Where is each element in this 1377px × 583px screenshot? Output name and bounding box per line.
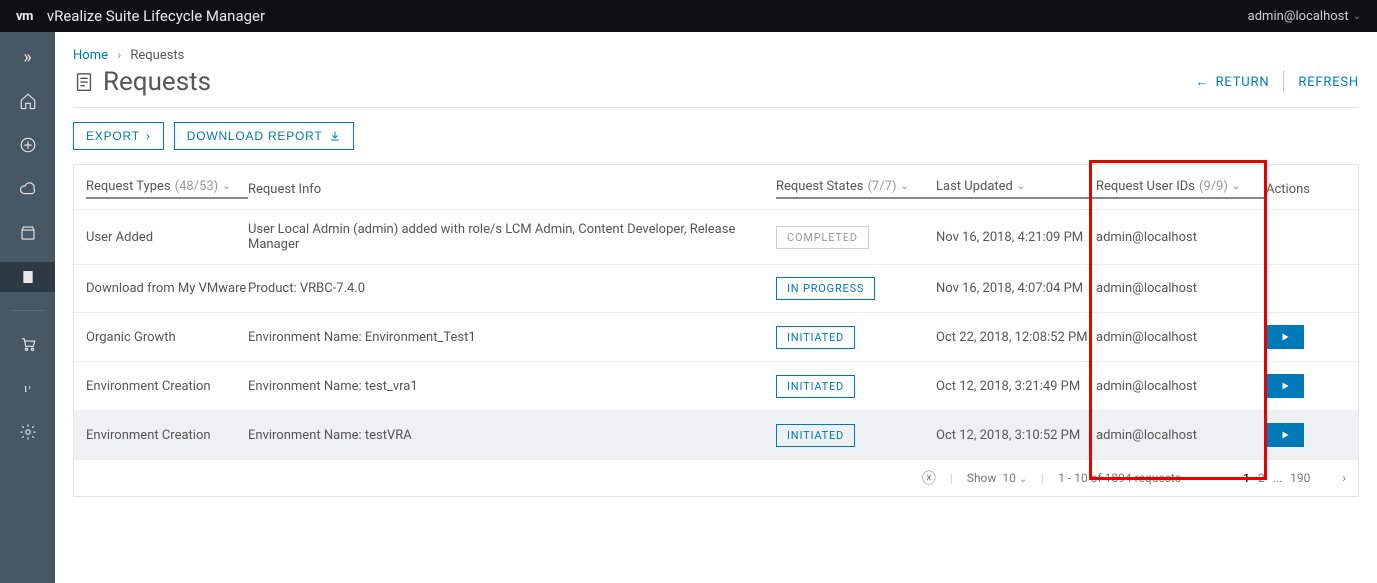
marketplace-icon[interactable] — [0, 218, 55, 248]
cell-user: admin@localhost — [1096, 379, 1266, 394]
top-bar: vm vRealize Suite Lifecycle Manager admi… — [0, 0, 1377, 32]
user-menu[interactable]: admin@localhost ⌄ — [1248, 9, 1361, 24]
table-footer: ⓧ | Show 10 ⌄ | 1 - 10 of 1894 requests … — [74, 459, 1358, 496]
requests-page-icon — [73, 69, 95, 95]
chevron-down-icon: ⌄ — [222, 181, 230, 192]
cell-info: Environment Name: test_vra1 — [248, 379, 776, 394]
table-row[interactable]: Environment CreationEnvironment Name: te… — [74, 410, 1358, 459]
requests-table: Request Types (48/53) ⌄ Request Info Req… — [73, 164, 1359, 497]
chevron-down-icon: ⌄ — [900, 181, 908, 192]
breadcrumb-current: Requests — [130, 48, 184, 63]
requests-icon[interactable] — [0, 262, 55, 292]
cell-actions — [1266, 423, 1346, 447]
table-row[interactable]: User AddedUser Local Admin (admin) added… — [74, 209, 1358, 264]
chevron-right-icon: › — [117, 48, 121, 63]
run-action-button[interactable] — [1266, 325, 1304, 349]
refresh-link[interactable]: REFRESH — [1298, 75, 1359, 90]
chevron-down-icon: ⌄ — [1017, 181, 1025, 192]
run-action-button[interactable] — [1266, 374, 1304, 398]
breadcrumb-home[interactable]: Home — [73, 48, 108, 63]
chevron-down-icon: ⌄ — [1232, 181, 1240, 192]
play-icon — [1279, 429, 1291, 441]
return-link[interactable]: ← RETURN — [1196, 74, 1270, 90]
cell-updated: Oct 12, 2018, 3:10:52 PM — [936, 428, 1096, 443]
pagination: 12... 190 — [1239, 471, 1314, 485]
cell-info: User Local Admin (admin) added with role… — [248, 222, 776, 252]
breadcrumb: Home › Requests — [73, 48, 1359, 63]
cell-updated: Oct 12, 2018, 3:21:49 PM — [936, 379, 1096, 394]
arrow-left-icon: ← — [1196, 74, 1210, 90]
cell-updated: Nov 16, 2018, 4:07:04 PM — [936, 281, 1096, 296]
cart-icon[interactable] — [0, 329, 55, 359]
cell-type: Download from My VMware — [86, 281, 248, 296]
cell-updated: Nov 16, 2018, 4:21:09 PM — [936, 230, 1096, 245]
cell-type: Organic Growth — [86, 330, 248, 345]
product-title: vRealize Suite Lifecycle Manager — [47, 7, 265, 25]
next-page-icon[interactable]: › — [1342, 471, 1346, 485]
col-request-user-ids[interactable]: Request User IDs (9/9) ⌄ — [1096, 179, 1266, 199]
cell-user: admin@localhost — [1096, 281, 1266, 296]
col-request-states[interactable]: Request States (7/7) ⌄ — [776, 179, 936, 199]
export-button[interactable]: EXPORT › — [73, 122, 164, 150]
vmware-logo: vm — [16, 9, 33, 24]
range-label: 1 - 10 of 1894 requests — [1058, 471, 1181, 485]
settings-icon[interactable] — [0, 417, 55, 447]
col-last-updated[interactable]: Last Updated ⌄ — [936, 179, 1096, 199]
cell-type: Environment Creation — [86, 428, 248, 443]
page-number: ... — [1273, 471, 1283, 485]
page-size-label: Show 10 ⌄ — [967, 471, 1027, 485]
cell-state: INITIATED — [776, 424, 936, 447]
add-icon[interactable] — [0, 130, 55, 160]
cell-user: admin@localhost — [1096, 428, 1266, 443]
cell-info: Environment Name: Environment_Test1 — [248, 330, 776, 345]
play-icon — [1279, 380, 1291, 392]
chevron-down-icon: ⌄ — [1019, 474, 1027, 485]
main-content: Home › Requests Requests ← RETURN REFRES… — [55, 32, 1377, 583]
user-label: admin@localhost — [1248, 9, 1349, 24]
run-action-button[interactable] — [1266, 423, 1304, 447]
cell-state: IN PROGRESS — [776, 277, 936, 300]
play-icon — [1279, 331, 1291, 343]
cell-state: INITIATED — [776, 326, 936, 349]
col-request-types[interactable]: Request Types (48/53) ⌄ — [86, 179, 248, 199]
content-icon[interactable]: ⲓ› — [0, 373, 55, 403]
cell-type: Environment Creation — [86, 379, 248, 394]
page-size-value[interactable]: 10 — [1002, 471, 1016, 485]
nav-collapse-icon[interactable]: » — [0, 42, 55, 72]
page-number[interactable]: 2 — [1258, 471, 1265, 485]
cell-info: Environment Name: testVRA — [248, 428, 776, 443]
cell-state: COMPLETED — [776, 226, 936, 249]
chevron-down-icon: ⌄ — [1353, 11, 1361, 22]
download-icon — [329, 130, 341, 142]
cloud-icon[interactable] — [0, 174, 55, 204]
table-row[interactable]: Download from My VMwareProduct: VRBC-7.4… — [74, 264, 1358, 312]
cell-type: User Added — [86, 230, 248, 245]
table-row[interactable]: Environment CreationEnvironment Name: te… — [74, 361, 1358, 410]
cell-user: admin@localhost — [1096, 230, 1266, 245]
cell-updated: Oct 22, 2018, 12:08:52 PM — [936, 330, 1096, 345]
col-actions: Actions — [1266, 182, 1346, 197]
page-title: Requests — [73, 67, 211, 97]
cell-info: Product: VRBC-7.4.0 — [248, 281, 776, 296]
clear-filter-icon[interactable]: ⓧ — [922, 468, 936, 488]
col-request-info: Request Info — [248, 182, 776, 197]
download-report-button[interactable]: DOWNLOAD REPORT — [174, 122, 354, 150]
cell-actions — [1266, 325, 1346, 349]
cell-actions — [1266, 374, 1346, 398]
page-number[interactable]: 190 — [1290, 471, 1310, 485]
side-nav: » ⲓ› — [0, 32, 55, 583]
cell-user: admin@localhost — [1096, 330, 1266, 345]
table-row[interactable]: Organic GrowthEnvironment Name: Environm… — [74, 312, 1358, 361]
cell-state: INITIATED — [776, 375, 936, 398]
chevron-right-icon: › — [146, 129, 151, 143]
home-icon[interactable] — [0, 86, 55, 116]
table-header: Request Types (48/53) ⌄ Request Info Req… — [74, 165, 1358, 209]
page-number[interactable]: 1 — [1243, 471, 1250, 485]
